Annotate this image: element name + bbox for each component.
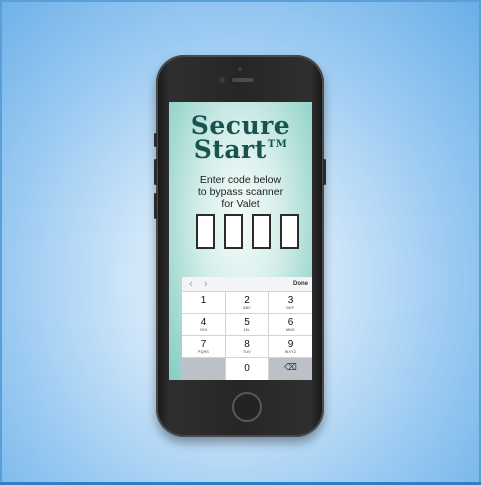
- key-4[interactable]: 4 GHI: [182, 314, 225, 335]
- instructions-text: Enter code below to bypass scanner for V…: [169, 174, 312, 210]
- key-letters: MNO: [285, 328, 296, 332]
- key-letters: TUV: [243, 350, 251, 354]
- blank-key: [182, 358, 225, 380]
- key-letters: JKL: [243, 328, 251, 332]
- code-digit-2[interactable]: [224, 214, 243, 249]
- key-7[interactable]: 7 PQRS: [182, 336, 225, 357]
- done-button[interactable]: Done: [293, 277, 308, 291]
- instructions-line: for Valet: [221, 198, 260, 210]
- key-number: 1: [200, 295, 207, 306]
- instructions-line: Enter code below: [199, 174, 282, 186]
- app-screen: Secure StartTM Enter code below to bypas…: [169, 102, 312, 380]
- power-button: [323, 159, 326, 185]
- next-field-icon[interactable]: ›: [204, 277, 208, 291]
- key-number: 8: [244, 339, 250, 350]
- key-1[interactable]: 1: [182, 292, 225, 313]
- key-2[interactable]: 2 ABC: [226, 292, 268, 313]
- backspace-icon: ⌫: [284, 362, 297, 372]
- key-number: 2: [244, 295, 250, 306]
- mute-switch: [154, 133, 157, 147]
- volume-down-button: [154, 193, 157, 219]
- volume-up-button: [154, 159, 157, 185]
- trademark-symbol: TM: [267, 139, 288, 150]
- earpiece-speaker: [232, 78, 254, 82]
- key-6[interactable]: 6 MNO: [269, 314, 312, 335]
- app-title-line2: StartTM: [169, 135, 312, 168]
- key-5[interactable]: 5 JKL: [226, 314, 268, 335]
- code-digit-1[interactable]: [196, 214, 215, 249]
- key-letters: DEF: [286, 306, 295, 310]
- instructions-line: to bypass scanner: [197, 186, 284, 198]
- key-number: 0: [244, 363, 250, 374]
- key-0[interactable]: 0: [226, 358, 268, 380]
- home-button-icon[interactable]: [232, 392, 262, 422]
- key-number: 3: [287, 295, 294, 306]
- keyboard-toolbar: ‹ › Done: [182, 277, 312, 291]
- code-digit-4[interactable]: [280, 214, 299, 249]
- key-3[interactable]: 3 DEF: [269, 292, 312, 313]
- key-number: 6: [287, 317, 294, 328]
- key-letters: GHI: [199, 328, 208, 332]
- numeric-keypad: ‹ › Done 1 2 ABC 3 DEF 4 GHI 5 JKL 6 MNO…: [182, 277, 312, 380]
- key-number: 4: [200, 317, 207, 328]
- delete-key[interactable]: ⌫: [269, 358, 312, 380]
- key-9[interactable]: 9 WXYZ: [269, 336, 312, 357]
- key-8[interactable]: 8 TUV: [226, 336, 268, 357]
- phone-device: Secure StartTM Enter code below to bypas…: [154, 55, 326, 437]
- key-letters: ABC: [242, 306, 252, 310]
- key-number: 9: [287, 339, 294, 350]
- code-input-group: [196, 214, 300, 250]
- front-camera-icon: [219, 77, 225, 83]
- app-title-start: Start: [193, 135, 267, 164]
- proximity-sensor: [238, 67, 242, 71]
- key-letters: WXYZ: [284, 350, 297, 354]
- code-digit-3[interactable]: [252, 214, 271, 249]
- key-letters: PQRS: [197, 350, 210, 354]
- key-number: 7: [200, 339, 207, 350]
- key-number: 5: [244, 317, 250, 328]
- previous-field-icon[interactable]: ‹: [189, 277, 193, 291]
